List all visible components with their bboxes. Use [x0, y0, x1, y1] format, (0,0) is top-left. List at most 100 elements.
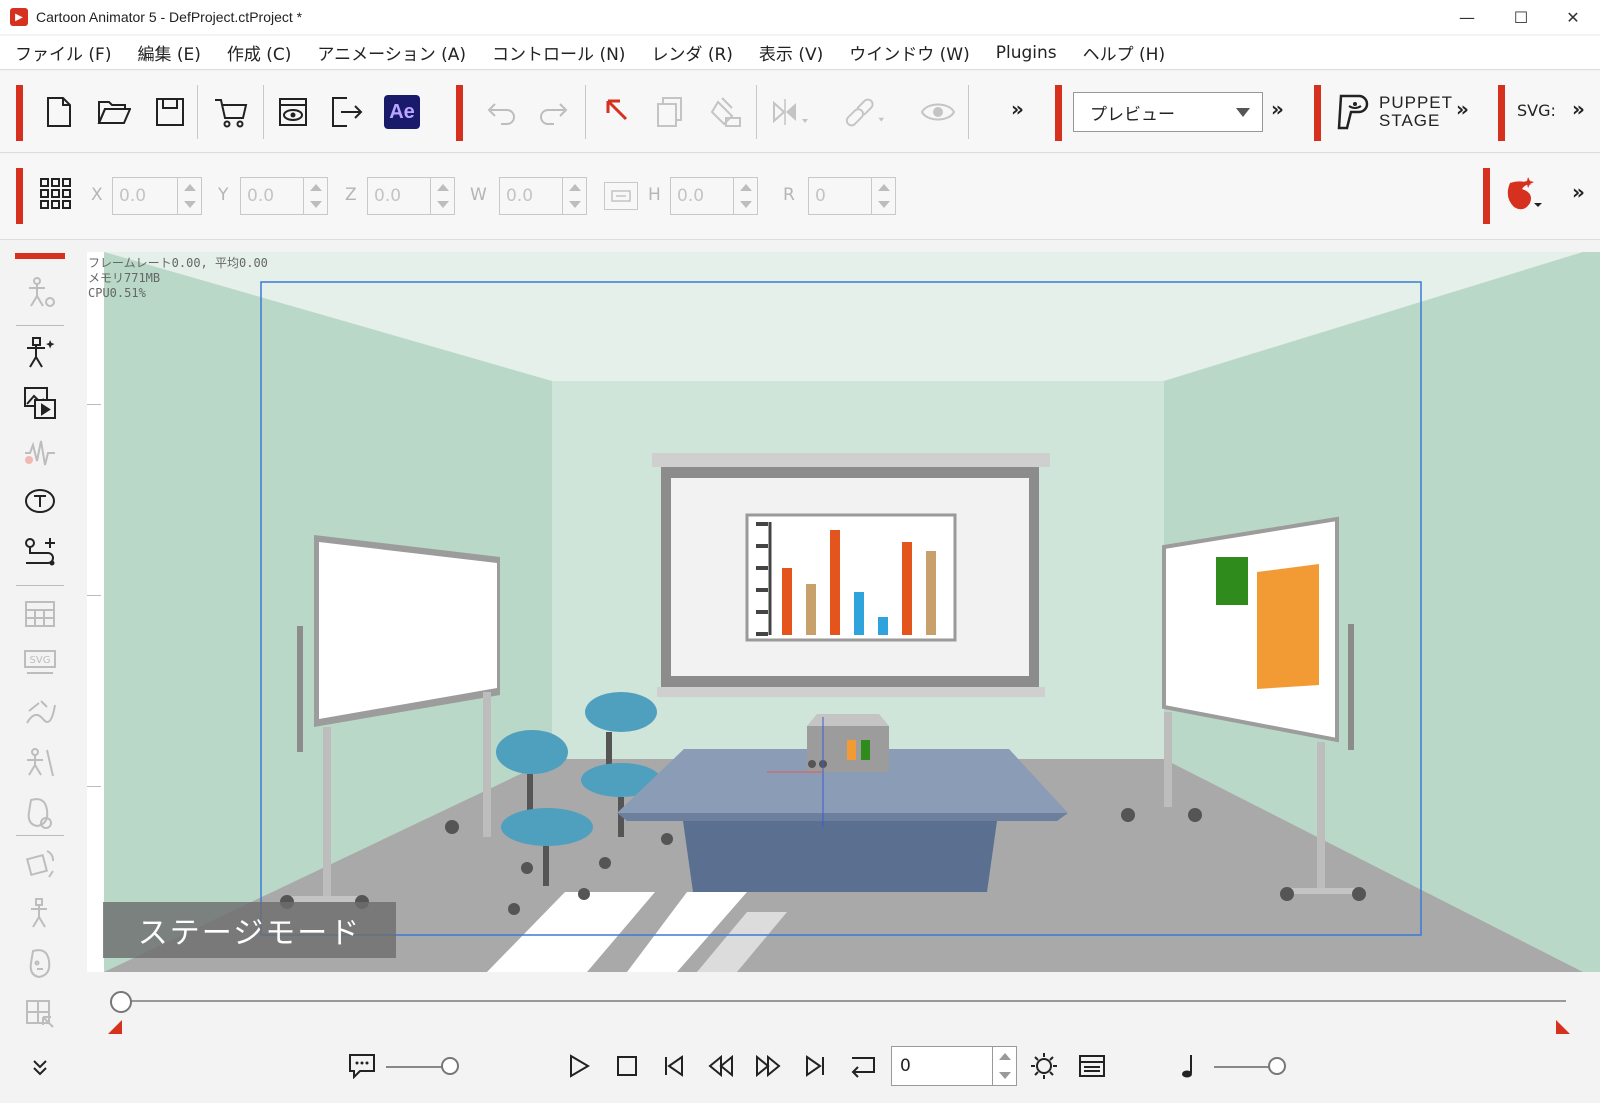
subtitle-icon[interactable]	[344, 1046, 380, 1086]
menu-window[interactable]: ウインドウ (W)	[836, 40, 982, 65]
rewind-icon[interactable]	[703, 1046, 739, 1086]
toolbar-grip[interactable]	[1055, 85, 1062, 141]
save-icon[interactable]	[148, 90, 192, 134]
timeline-playhead[interactable]	[110, 991, 132, 1013]
more-transform-icon[interactable]: »	[1572, 180, 1585, 204]
more-preview-icon[interactable]: »	[1271, 97, 1284, 121]
light-settings-icon[interactable]	[1026, 1046, 1062, 1086]
more-svg-icon[interactable]: »	[1572, 97, 1585, 121]
sprite-grid-icon[interactable]	[18, 593, 62, 633]
menu-animation[interactable]: アニメーション (A)	[304, 40, 479, 65]
h-field[interactable]: 0.0	[670, 177, 734, 215]
stop-icon[interactable]	[609, 1046, 645, 1086]
minimize-button[interactable]: —	[1440, 0, 1494, 34]
face-puppet-icon[interactable]	[18, 793, 62, 833]
y-label: Y	[218, 185, 229, 205]
bone-rig-icon[interactable]	[18, 894, 62, 934]
music-note-icon[interactable]	[1170, 1046, 1206, 1086]
menu-view[interactable]: 表示 (V)	[746, 40, 836, 65]
app-icon: ▶	[10, 8, 28, 26]
menu-render[interactable]: レンダ (R)	[638, 40, 745, 65]
w-label: W	[470, 185, 487, 205]
motion-path-icon[interactable]	[18, 693, 62, 733]
z-stepper[interactable]	[431, 177, 455, 215]
fast-forward-icon[interactable]	[750, 1046, 786, 1086]
y-field[interactable]: 0.0	[240, 177, 304, 215]
more-tools-icon[interactable]: »	[1011, 97, 1024, 121]
loop-icon[interactable]	[846, 1046, 882, 1086]
toolbar-grip[interactable]	[1314, 85, 1321, 141]
w-stepper[interactable]	[563, 177, 587, 215]
y-stepper[interactable]	[304, 177, 328, 215]
link-icon[interactable]	[842, 90, 886, 134]
previous-key-icon[interactable]	[656, 1046, 692, 1086]
svg-tool-label[interactable]: SVG:	[1517, 101, 1556, 120]
svg-import-icon[interactable]: SVG	[18, 643, 62, 683]
toolbar-grip[interactable]	[16, 168, 23, 224]
export-icon[interactable]	[326, 90, 370, 134]
character-composer-icon[interactable]	[18, 273, 62, 313]
music-volume-knob[interactable]	[1268, 1057, 1286, 1075]
menu-control[interactable]: コントロール (N)	[479, 40, 638, 65]
sidebar-expand-icon[interactable]	[18, 1047, 62, 1087]
menu-edit[interactable]: 編集 (E)	[124, 40, 213, 65]
path-add-icon[interactable]	[18, 533, 62, 573]
timeline-panel-icon[interactable]	[1074, 1046, 1110, 1086]
stats-fps: フレームレート0.00, 平均0.00	[88, 256, 268, 270]
redo-icon[interactable]	[533, 90, 577, 134]
visibility-eye-icon[interactable]	[916, 90, 960, 134]
menu-create[interactable]: 作成 (C)	[214, 40, 305, 65]
store-cart-icon[interactable]	[209, 90, 253, 134]
after-effects-button[interactable]: Ae	[380, 90, 424, 134]
aspect-lock-icon[interactable]	[604, 182, 638, 210]
flip-icon[interactable]	[768, 90, 812, 134]
next-key-icon[interactable]	[797, 1046, 833, 1086]
end-marker-icon[interactable]	[1556, 1020, 1570, 1034]
smart-ai-icon[interactable]	[1500, 172, 1544, 216]
stage-viewport[interactable]	[87, 252, 1600, 972]
open-folder-icon[interactable]	[92, 90, 136, 134]
select-arrow-icon[interactable]	[595, 90, 639, 134]
menu-file[interactable]: ファイル (F)	[2, 40, 124, 65]
paint-bucket-icon[interactable]	[704, 90, 748, 134]
render-preview-icon[interactable]	[271, 90, 315, 134]
sidebar-grip[interactable]	[15, 253, 65, 259]
w-field[interactable]: 0.0	[499, 177, 563, 215]
current-frame-field[interactable]: 0	[891, 1046, 993, 1086]
x-stepper[interactable]	[178, 177, 202, 215]
new-file-icon[interactable]	[37, 90, 81, 134]
timeline-track[interactable]	[120, 1000, 1566, 1002]
media-image-icon[interactable]	[18, 383, 62, 423]
menu-plugins[interactable]: Plugins	[983, 43, 1070, 63]
x-field[interactable]: 0.0	[112, 177, 178, 215]
r-field[interactable]: 0	[808, 177, 872, 215]
toolbar-grip[interactable]	[1483, 168, 1490, 224]
maximize-button[interactable]: ☐	[1494, 0, 1548, 34]
text-bubble-icon[interactable]	[18, 483, 62, 523]
character-motion-icon[interactable]	[18, 333, 62, 373]
subtitle-volume-knob[interactable]	[441, 1057, 459, 1075]
toolbar-grip[interactable]	[456, 85, 463, 141]
duplicate-icon[interactable]	[648, 90, 692, 134]
h-stepper[interactable]	[734, 177, 758, 215]
current-frame-stepper[interactable]	[993, 1046, 1017, 1086]
preview-mode-select[interactable]: プレビュー	[1073, 92, 1263, 132]
toolbar-grip[interactable]	[1498, 85, 1505, 141]
svg-text:SVG: SVG	[30, 655, 51, 666]
toolbar-grip[interactable]	[16, 85, 23, 141]
transform-rotate-icon[interactable]	[18, 844, 62, 884]
deform-select-icon[interactable]	[18, 994, 62, 1034]
r-stepper[interactable]	[872, 177, 896, 215]
start-marker-icon[interactable]	[108, 1020, 122, 1034]
grid-icon[interactable]	[34, 172, 78, 216]
close-button[interactable]: ✕	[1546, 0, 1600, 34]
undo-icon[interactable]	[478, 90, 522, 134]
play-icon[interactable]	[561, 1046, 597, 1086]
puppet-stage-button[interactable]: PUPPET STAGE	[1335, 92, 1453, 132]
z-field[interactable]: 0.0	[367, 177, 431, 215]
puppet-edit-icon[interactable]	[18, 743, 62, 783]
face-key-icon[interactable]	[18, 944, 62, 984]
menu-help[interactable]: ヘルプ (H)	[1070, 40, 1178, 65]
audio-wave-icon[interactable]	[18, 433, 62, 473]
more-puppet-icon[interactable]: »	[1456, 97, 1469, 121]
